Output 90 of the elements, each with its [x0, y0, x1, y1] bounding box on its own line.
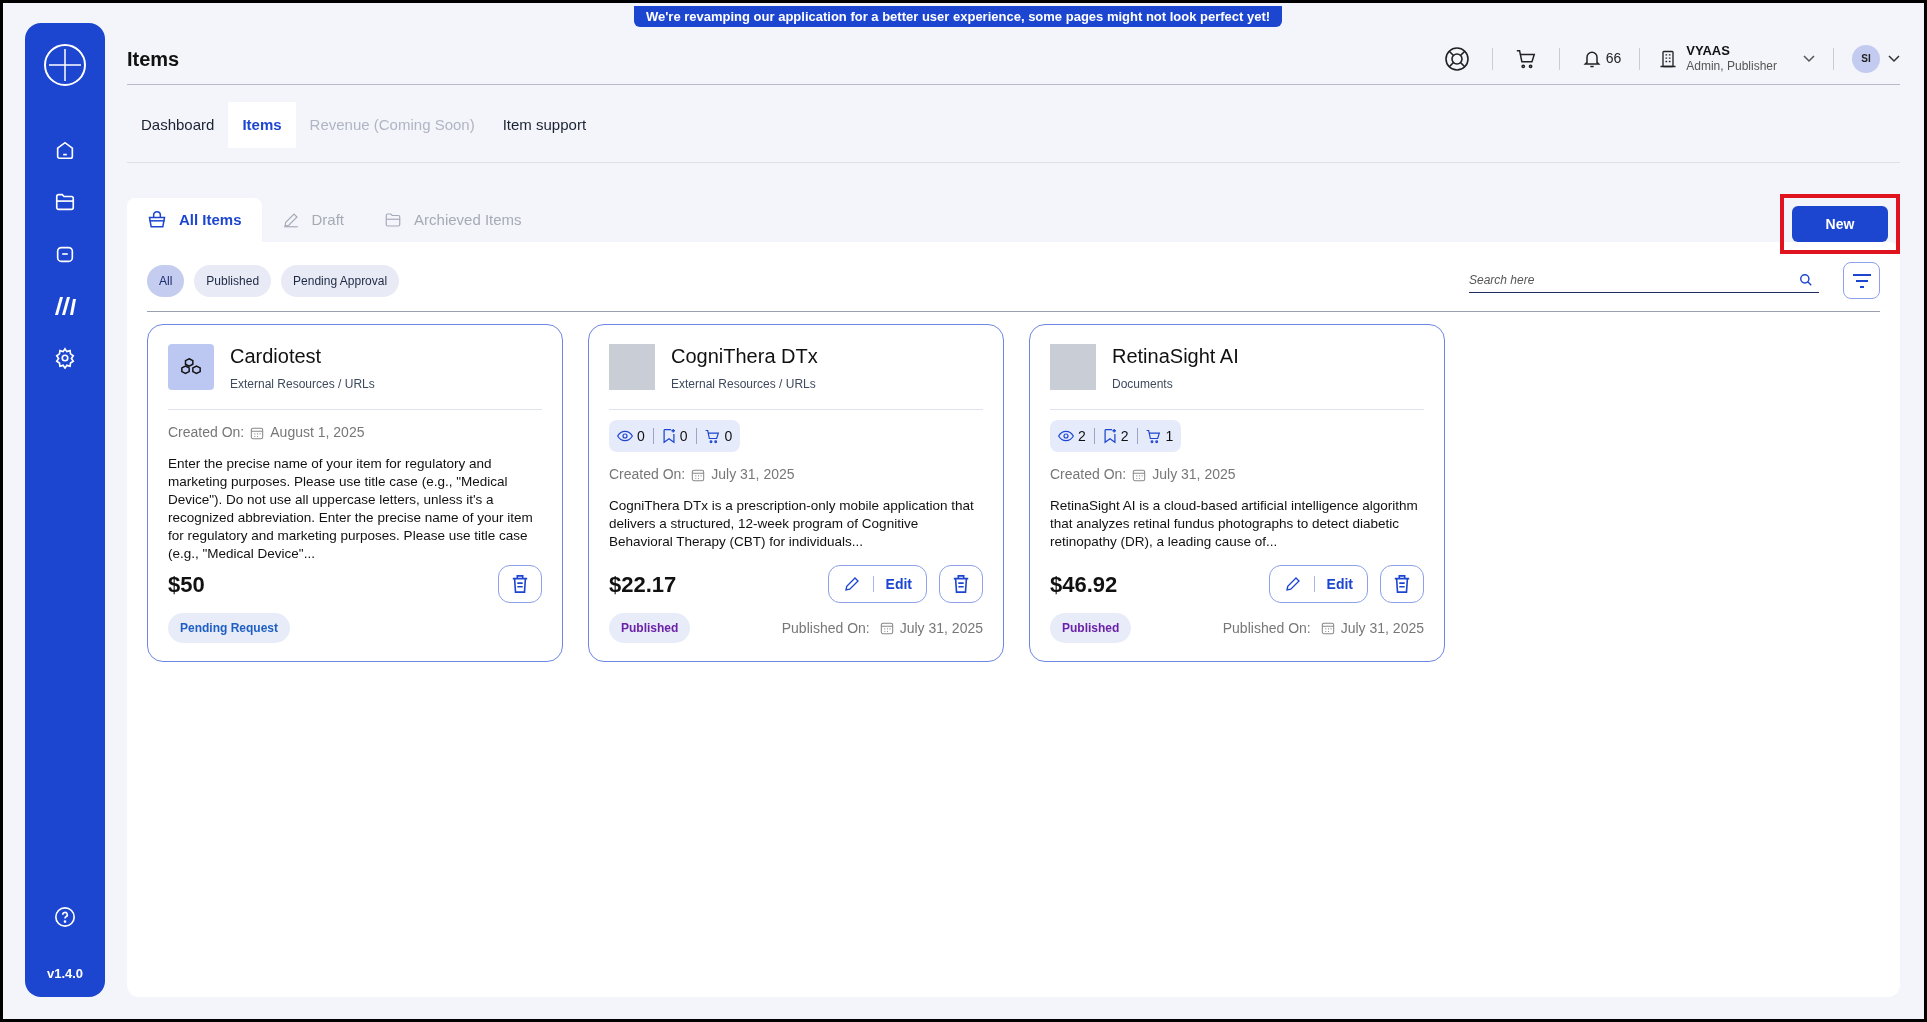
published-label: Published On:	[781, 618, 870, 638]
calendar-icon	[1320, 621, 1335, 635]
bookmark-icon	[1102, 428, 1117, 444]
edit-button[interactable]: Edit	[1268, 565, 1368, 603]
user-name: VYAAS	[1686, 42, 1731, 60]
stat-count: 0	[637, 426, 645, 446]
search-icon	[1799, 273, 1813, 287]
item-category: External Resources / URLs	[671, 376, 817, 393]
building-icon	[1658, 48, 1679, 69]
help-icon[interactable]	[54, 905, 76, 928]
status-badge: Pending Request	[168, 613, 290, 643]
created-label: Created On:	[1050, 465, 1127, 484]
avatar-menu[interactable]: SI	[1852, 44, 1900, 73]
pencil-icon	[281, 211, 300, 229]
version-label: v1.4.0	[46, 964, 84, 983]
user-role: Admin, Publisher	[1686, 59, 1777, 75]
created-date: July 31, 2025	[711, 465, 795, 484]
item-price: $46.92	[1050, 570, 1118, 599]
published-label: Published On:	[1222, 618, 1311, 638]
item-description: CogniThera DTx is a prescription-only mobile application that delivers a structured, 12-week program of Cognitive Behavioral Therapy (CBT) for individuals...	[609, 497, 975, 551]
nav-tab[interactable]: Item support	[488, 102, 601, 148]
chevron-down-icon	[1803, 54, 1815, 63]
filter-chip[interactable]: Published	[194, 264, 272, 297]
bookmark-icon	[661, 428, 676, 444]
item-price: $22.17	[609, 570, 677, 599]
new-button[interactable]: New	[1792, 206, 1888, 242]
user-avatar: SI	[1852, 44, 1880, 73]
stat-count: 0	[679, 426, 688, 446]
item-description: Enter the precise name of your item for regulatory and marketing purposes. Please use title case (e.g., "Medical Device"). Do not use all uppercase letters, unless it's a recognized abbreviation. Enter the precise name of your item for regulatory and marketing purposes. Please use title case (e.g., "Medical Device"...	[168, 455, 534, 563]
delete-button[interactable]	[1380, 565, 1424, 603]
calendar-icon	[250, 425, 265, 440]
stat-count: 1	[1165, 426, 1174, 446]
published-date: July 31, 2025	[899, 618, 983, 638]
pencil-icon	[842, 575, 861, 593]
settings-icon[interactable]	[54, 347, 76, 369]
filter-icon	[1851, 273, 1872, 288]
search-field[interactable]: Search here	[1469, 268, 1799, 292]
created-date: August 1, 2025	[270, 423, 365, 442]
folder-icon	[384, 211, 403, 229]
sub-tab[interactable]: All Items	[127, 198, 262, 242]
delete-button[interactable]	[939, 565, 983, 603]
item-card[interactable]	[147, 324, 563, 662]
logo-icon[interactable]	[43, 43, 87, 87]
chevron-down-icon	[1888, 54, 1900, 63]
status-badge: Published	[609, 613, 691, 643]
eye-icon	[617, 429, 633, 443]
item-price: $50	[168, 570, 205, 599]
stat-count: 2	[1078, 426, 1086, 446]
created-label: Created On:	[609, 465, 686, 484]
delete-button[interactable]	[498, 565, 542, 603]
stripes-icon[interactable]	[53, 295, 77, 317]
trash-icon	[952, 574, 970, 594]
support-icon[interactable]	[1443, 45, 1470, 72]
item-title: CogniThera DTx	[671, 344, 818, 369]
cart-icon	[704, 428, 721, 444]
pencil-icon	[1283, 575, 1302, 593]
stat-count: 0	[724, 426, 733, 446]
folder-icon[interactable]	[54, 191, 76, 213]
cart-icon	[1145, 428, 1162, 444]
edit-button[interactable]: Edit	[827, 565, 927, 603]
account-menu[interactable]: VYAAS Admin, Publisher	[1658, 42, 1815, 75]
item-card[interactable]	[588, 324, 1004, 662]
notification-count: 66	[1605, 49, 1622, 68]
trash-icon	[511, 574, 529, 594]
item-category: Documents	[1112, 376, 1174, 393]
item-description: RetinaSight AI is a cloud-based artificial intelligence algorithm that analyzes retinal fundus photographs to detect diabetic retinopathy (DR), a leading cause of...	[1050, 497, 1419, 551]
calendar-icon	[879, 621, 894, 635]
item-title: RetinaSight AI	[1112, 344, 1239, 369]
nav-tab[interactable]: Items	[228, 102, 296, 148]
basket-icon	[147, 210, 167, 230]
item-title: Cardiotest	[230, 344, 323, 369]
filter-chip[interactable]: All	[147, 264, 185, 297]
home-icon[interactable]	[54, 139, 76, 161]
item-card[interactable]	[1029, 324, 1445, 662]
eye-icon	[1058, 429, 1074, 443]
published-date: July 31, 2025	[1340, 618, 1424, 638]
page-title: Items	[127, 46, 180, 72]
stat-count: 2	[1120, 426, 1129, 446]
filter-button[interactable]	[1843, 262, 1880, 299]
cart-icon[interactable]	[1514, 47, 1537, 70]
trash-icon	[1393, 574, 1411, 594]
status-badge: Published	[1050, 613, 1132, 643]
created-date: July 31, 2025	[1152, 465, 1236, 484]
nav-tab[interactable]: Dashboard	[127, 102, 229, 148]
announcement-banner: We're revamping our application for a better user experience, some pages might not look perfect yet!	[634, 6, 1283, 27]
item-category: External Resources / URLs	[230, 376, 375, 393]
filter-chip[interactable]: Pending Approval	[281, 264, 400, 297]
calendar-icon	[691, 467, 706, 482]
created-label: Created On:	[168, 423, 245, 442]
calendar-icon	[1132, 467, 1147, 482]
